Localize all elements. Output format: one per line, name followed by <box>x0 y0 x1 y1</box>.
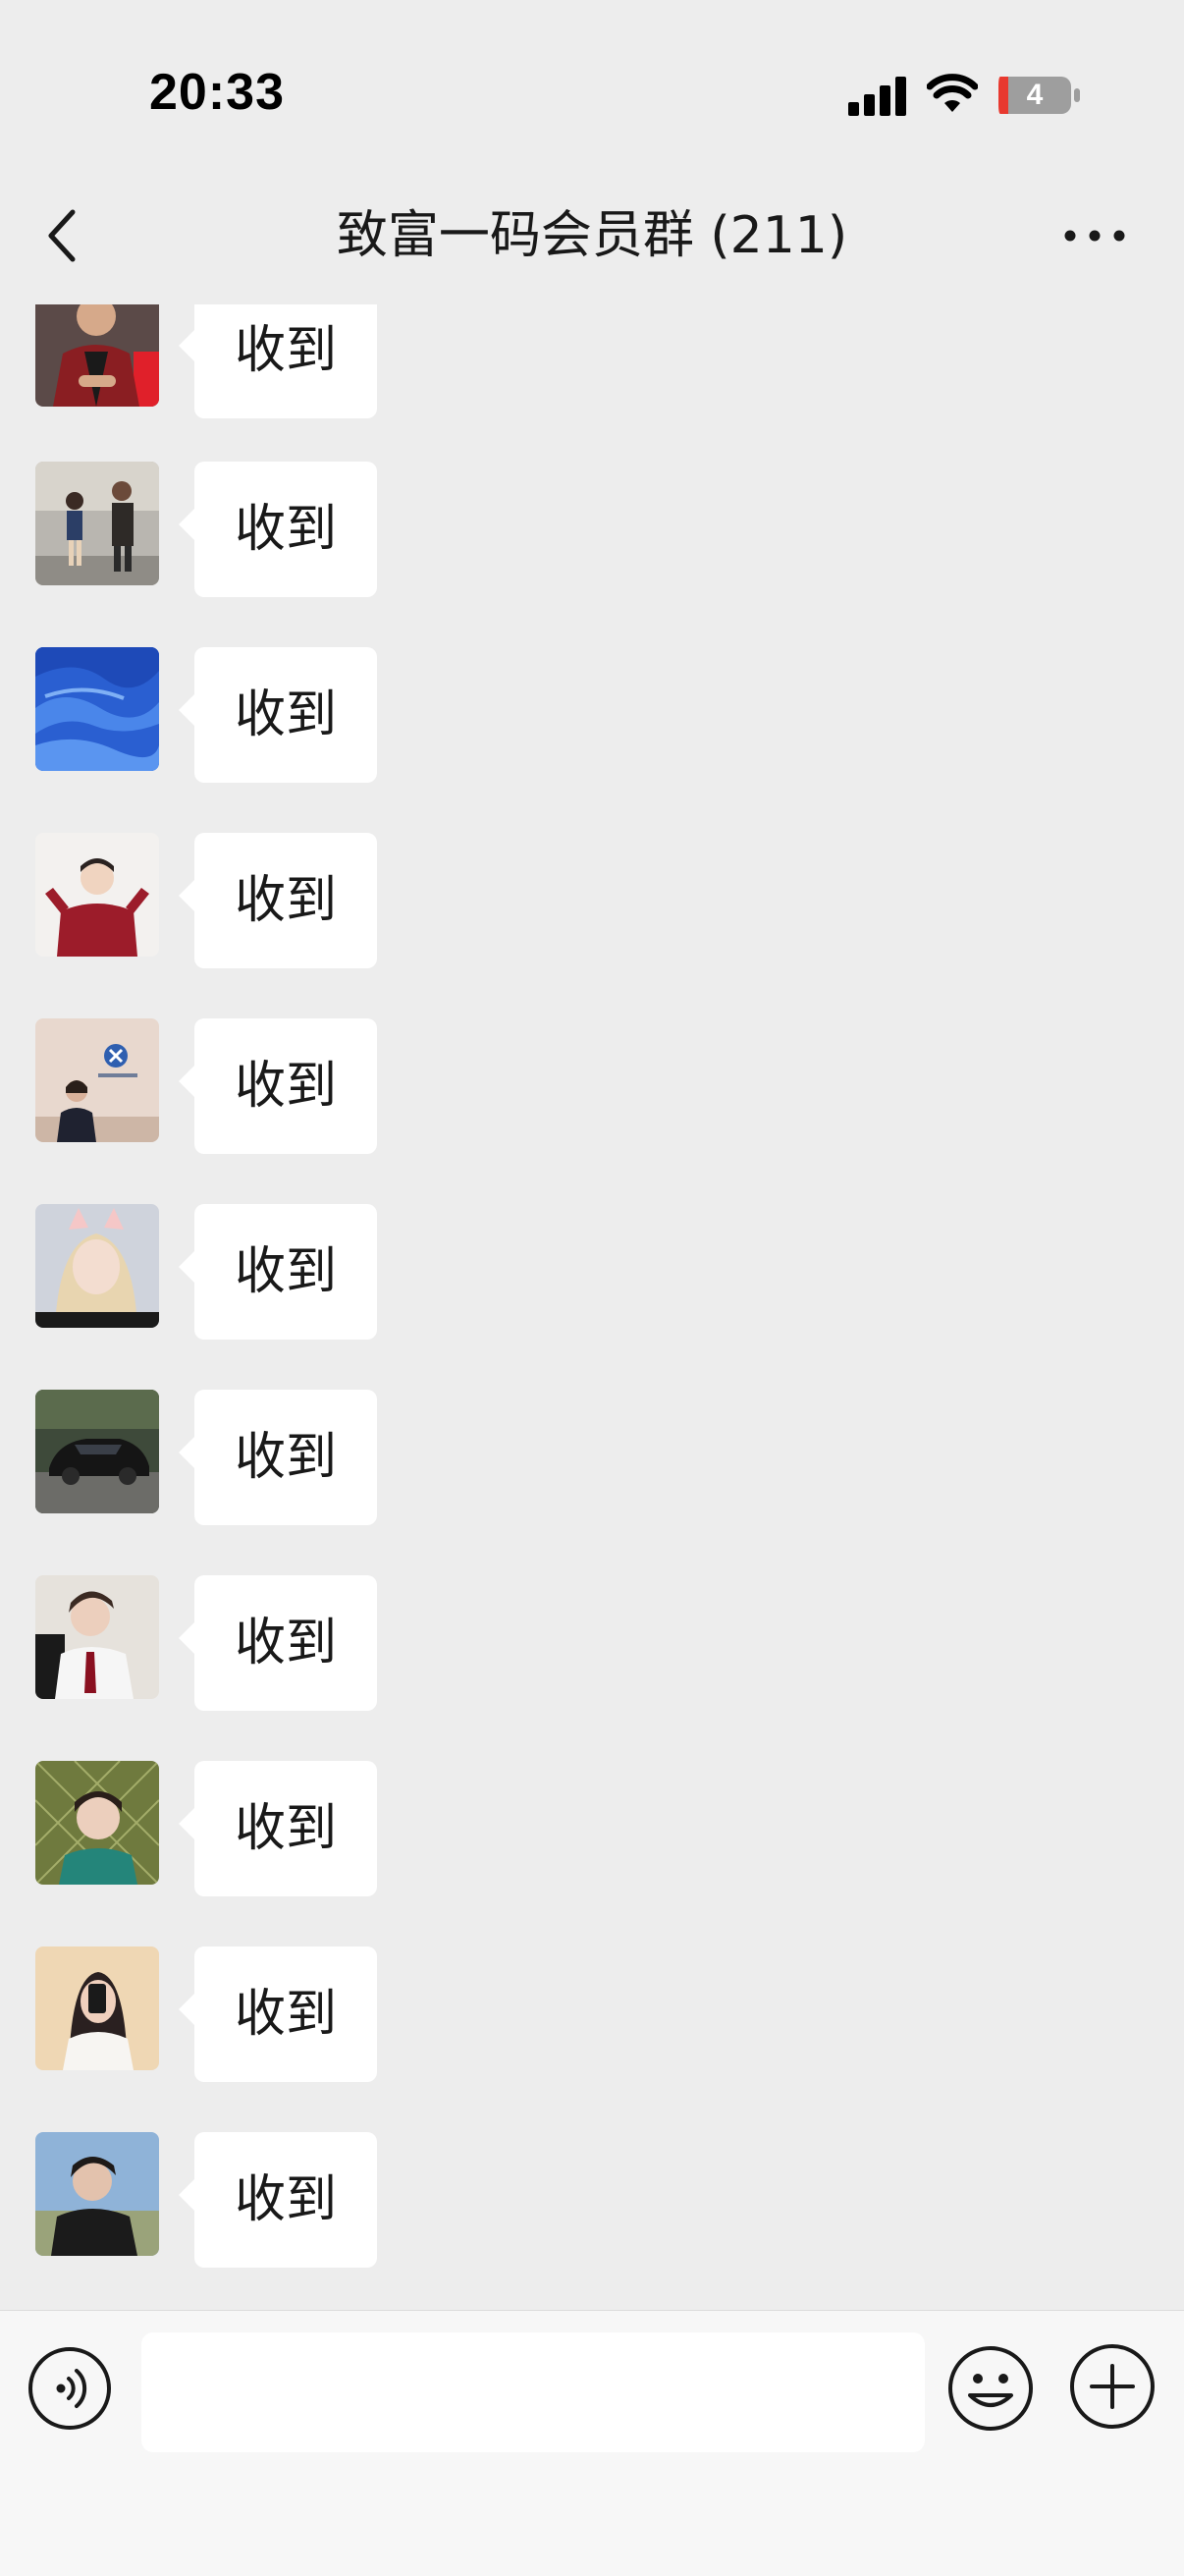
avatar-boy-fence[interactable] <box>35 1761 159 1885</box>
message-bubble[interactable]: 收到 <box>179 1018 377 1154</box>
status-bar: 20:33 4 <box>0 0 1184 177</box>
more-button[interactable] <box>1060 204 1129 267</box>
message-bubble[interactable]: 收到 <box>179 1204 377 1340</box>
message-list[interactable]: 收到 收到 收到 收到 收到 收到 收到 收到 收到 收到 收到 <box>0 304 1184 2310</box>
message-row: 收到 <box>0 1204 1184 1342</box>
message-row: 收到 <box>0 304 1184 420</box>
message-row: 收到 <box>0 1575 1184 1713</box>
nav-bar: 致富一码会员群 (211) <box>0 177 1184 304</box>
status-time: 20:33 <box>149 64 285 121</box>
message-row: 收到 <box>0 1018 1184 1156</box>
message-bubble[interactable]: 收到 <box>179 1390 377 1525</box>
message-row: 收到 <box>0 462 1184 599</box>
message-row: 收到 <box>0 647 1184 785</box>
message-bubble[interactable]: 收到 <box>179 1575 377 1711</box>
emoji-button[interactable] <box>946 2344 1035 2433</box>
plus-icon <box>1070 2344 1155 2429</box>
avatar-girl-phone-selfie[interactable] <box>35 1946 159 2070</box>
avatar-girl-cat-ears[interactable] <box>35 1204 159 1328</box>
avatar-man-red-shirt[interactable] <box>35 304 159 407</box>
message-bubble[interactable]: 收到 <box>179 647 377 783</box>
input-bar <box>0 2310 1184 2576</box>
avatar-man-black-hoodie[interactable] <box>35 2132 159 2256</box>
message-row: 收到 <box>0 1390 1184 1527</box>
battery-level: 4 <box>1026 79 1044 111</box>
message-bubble[interactable]: 收到 <box>179 833 377 968</box>
cellular-signal-icon <box>848 77 906 116</box>
message-row: 收到 <box>0 1946 1184 2084</box>
message-row: 收到 <box>0 2132 1184 2270</box>
message-input[interactable] <box>141 2332 925 2452</box>
more-dots-icon <box>1064 230 1125 242</box>
message-bubble[interactable]: 收到 <box>179 2132 377 2268</box>
avatar-blue-fabric[interactable] <box>35 647 159 771</box>
message-bubble[interactable]: 收到 <box>179 1946 377 2082</box>
voice-icon <box>28 2347 111 2430</box>
chat-title: 致富一码会员群 (211) <box>336 206 848 265</box>
avatar-black-sports-car[interactable] <box>35 1390 159 1513</box>
avatar-boy-red-hoodie[interactable] <box>35 833 159 957</box>
message-row: 收到 <box>0 833 1184 970</box>
avatar-man-white-shirt-tie[interactable] <box>35 1575 159 1699</box>
message-bubble[interactable]: 收到 <box>179 462 377 597</box>
message-row: 收到 <box>0 1761 1184 1898</box>
message-bubble[interactable]: 收到 <box>179 1761 377 1896</box>
emoji-icon <box>948 2346 1033 2431</box>
avatar-woman-office-logo[interactable] <box>35 1018 159 1142</box>
plus-button[interactable] <box>1068 2342 1157 2431</box>
wifi-icon <box>927 74 978 112</box>
message-bubble[interactable]: 收到 <box>179 304 377 418</box>
avatar-two-people-street[interactable] <box>35 462 159 585</box>
voice-button[interactable] <box>27 2346 112 2431</box>
